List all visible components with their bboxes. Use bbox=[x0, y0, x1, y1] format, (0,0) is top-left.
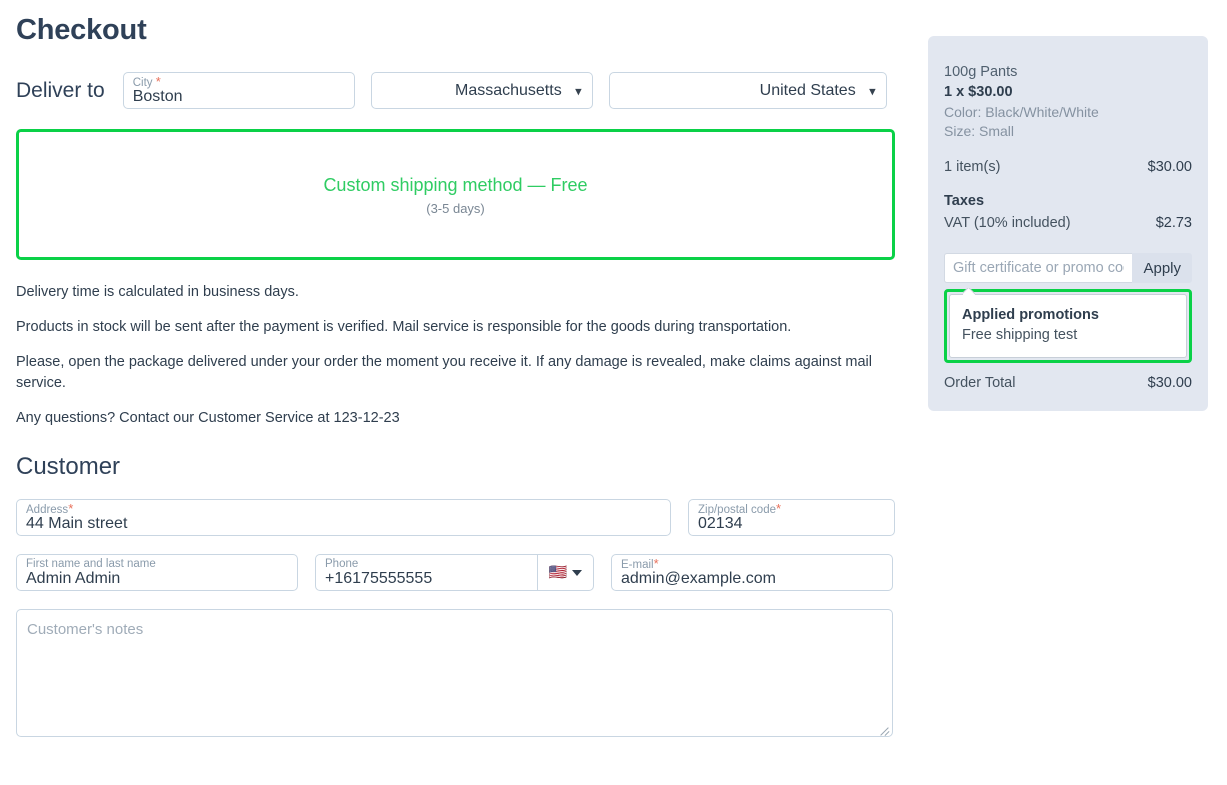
shipping-method-eta: (3-5 days) bbox=[426, 200, 485, 216]
customer-notes-textarea[interactable] bbox=[17, 610, 892, 736]
state-select-wrapper[interactable]: Massachusetts ▾ bbox=[370, 72, 593, 109]
product-name: 100g Pants bbox=[944, 64, 1018, 80]
product-option: Size: Small bbox=[944, 123, 1015, 139]
shipping-method-option[interactable]: Custom shipping method — Free (3-5 days) bbox=[16, 129, 895, 260]
customer-form-row-1: Address* Zip/postal code* bbox=[16, 499, 896, 536]
email-field[interactable]: E-mail* bbox=[611, 554, 893, 591]
applied-promotions-tooltip: Applied promotions Free shipping test bbox=[949, 294, 1187, 358]
country-select[interactable]: United States bbox=[609, 73, 886, 108]
deliver-to-row: Deliver to City * Massachusetts ▾ United… bbox=[16, 72, 896, 109]
delivery-info-paragraph: Please, open the package delivered under… bbox=[16, 354, 872, 391]
applied-promotions-title: Applied promotions bbox=[962, 307, 1099, 323]
delivery-info-block: Delivery time is calculated in business … bbox=[16, 282, 896, 429]
us-flag-icon: 🇺🇸 bbox=[548, 564, 568, 581]
zip-input[interactable] bbox=[689, 500, 894, 535]
tax-value: $2.73 bbox=[1155, 215, 1192, 231]
city-input[interactable] bbox=[123, 73, 354, 108]
city-field[interactable]: City * bbox=[122, 72, 355, 109]
order-summary-panel: 100g Pants 1 x $30.00 Color: Black/White… bbox=[928, 36, 1208, 411]
customer-section-heading: Customer bbox=[16, 453, 121, 480]
address-field[interactable]: Address* bbox=[16, 499, 671, 536]
tax-row: VAT (10% included) $2.73 bbox=[944, 215, 1192, 231]
customer-form-row-2: First name and last name Phone 🇺🇸 E-mail… bbox=[16, 554, 896, 591]
country-select-wrapper[interactable]: United States ▾ bbox=[608, 72, 887, 109]
tax-label: VAT (10% included) bbox=[944, 215, 1071, 231]
delivery-info-paragraph: Any questions? Contact our Customer Serv… bbox=[16, 410, 400, 426]
summary-product: 100g Pants 1 x $30.00 Color: Black/White… bbox=[944, 62, 1192, 141]
chevron-down-icon bbox=[572, 569, 583, 576]
items-count-value: $30.00 bbox=[1147, 159, 1192, 175]
apply-promo-button[interactable]: Apply bbox=[1132, 253, 1192, 283]
applied-promotion-item: Free shipping test bbox=[962, 327, 1078, 343]
zip-field[interactable]: Zip/postal code* bbox=[688, 499, 895, 536]
checkout-page: Checkout Deliver to City * Massachusetts… bbox=[0, 0, 1227, 785]
order-total-label: Order Total bbox=[944, 375, 1016, 391]
email-input[interactable] bbox=[612, 555, 892, 590]
shipping-method-title: Custom shipping method — Free bbox=[323, 174, 588, 195]
checkout-main-column: Checkout Deliver to City * Massachusetts… bbox=[16, 0, 896, 737]
delivery-info-paragraph: Products in stock will be sent after the… bbox=[16, 319, 792, 335]
address-input[interactable] bbox=[17, 500, 670, 535]
promo-code-input[interactable] bbox=[944, 253, 1133, 283]
taxes-heading: Taxes bbox=[944, 193, 985, 209]
delivery-info-paragraph: Delivery time is calculated in business … bbox=[16, 284, 299, 300]
name-input[interactable] bbox=[17, 555, 297, 590]
customer-notes-wrapper[interactable] bbox=[16, 609, 893, 737]
phone-field[interactable]: Phone 🇺🇸 bbox=[315, 554, 594, 591]
order-total-value: $30.00 bbox=[1147, 375, 1192, 391]
product-qty-price: 1 x $30.00 bbox=[944, 84, 1013, 100]
items-count-row: 1 item(s) $30.00 bbox=[944, 159, 1192, 175]
tooltip-caret-icon bbox=[963, 288, 975, 295]
name-field[interactable]: First name and last name bbox=[16, 554, 298, 591]
promo-code-row: Apply bbox=[944, 253, 1192, 283]
order-total-row: Order Total $30.00 bbox=[944, 375, 1192, 391]
product-option: Color: Black/White/White bbox=[944, 104, 1099, 120]
state-select[interactable]: Massachusetts bbox=[371, 73, 592, 108]
applied-promotions-highlight: Applied promotions Free shipping test bbox=[944, 289, 1192, 363]
deliver-to-label: Deliver to bbox=[16, 78, 105, 102]
page-title: Checkout bbox=[16, 14, 147, 46]
items-count-label: 1 item(s) bbox=[944, 159, 1001, 175]
country-code-dropdown[interactable]: 🇺🇸 bbox=[537, 555, 593, 590]
